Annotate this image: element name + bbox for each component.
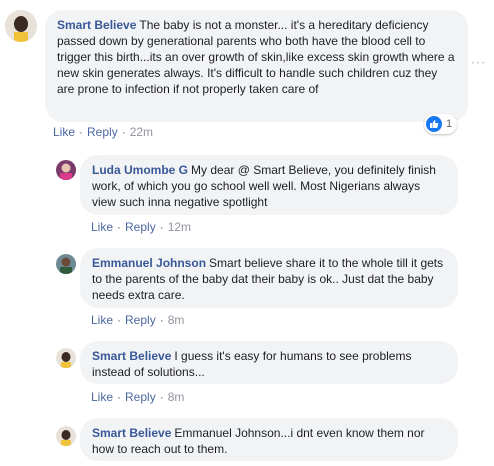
- comment-timestamp[interactable]: 8m: [168, 390, 185, 404]
- comment-author[interactable]: Emmanuel Johnson: [92, 256, 206, 270]
- avatar-photo-icon: [56, 160, 76, 180]
- comment-author[interactable]: Smart Believe: [57, 18, 136, 32]
- like-icon: [426, 116, 442, 132]
- avatar-photo-icon: [5, 10, 37, 42]
- like-button[interactable]: Like: [91, 313, 113, 327]
- avatar[interactable]: [5, 10, 37, 42]
- reply-button[interactable]: Reply: [125, 220, 156, 234]
- comment-bubble: Smart Believe The baby is not a monster..…: [45, 10, 468, 122]
- avatar[interactable]: [56, 426, 76, 446]
- comment-timestamp[interactable]: 12m: [168, 220, 191, 234]
- avatar[interactable]: [56, 254, 76, 274]
- comment-author[interactable]: Smart Believe: [92, 426, 171, 440]
- comment-bubble: Smart Believe Emmanuel Johnson...i dnt ev…: [80, 418, 458, 461]
- avatar-photo-icon: [56, 348, 76, 368]
- comment-actions: Like · Reply · 12m: [91, 220, 192, 234]
- comment-actions: Like · Reply · 8m: [91, 313, 185, 327]
- reply-button[interactable]: Reply: [87, 125, 118, 139]
- avatar-photo-icon: [56, 254, 76, 274]
- like-button[interactable]: Like: [91, 390, 113, 404]
- reaction-summary[interactable]: 1: [424, 114, 458, 134]
- comment-bubble: Luda Umombe G My dear @ Smart Believe, yo…: [80, 155, 458, 215]
- avatar[interactable]: [56, 348, 76, 368]
- comment-timestamp[interactable]: 22m: [130, 125, 153, 139]
- comment-author[interactable]: Luda Umombe G: [92, 163, 188, 177]
- like-button[interactable]: Like: [53, 125, 75, 139]
- reply-button[interactable]: Reply: [125, 313, 156, 327]
- comment-actions: Like · Reply · 22m: [53, 125, 154, 139]
- reply-button[interactable]: Reply: [125, 390, 156, 404]
- comment-author[interactable]: Smart Believe: [92, 349, 171, 363]
- comment-bubble: Emmanuel Johnson Smart believe share it t…: [80, 248, 458, 308]
- more-options-icon[interactable]: ···: [470, 55, 486, 71]
- avatar-photo-icon: [56, 426, 76, 446]
- comment-actions: Like · Reply · 8m: [91, 390, 185, 404]
- comment-bubble: Smart Believe I guess it's easy for human…: [80, 341, 458, 384]
- reaction-count: 1: [446, 118, 453, 130]
- like-button[interactable]: Like: [91, 220, 113, 234]
- comment-timestamp[interactable]: 8m: [168, 313, 185, 327]
- avatar[interactable]: [56, 160, 76, 180]
